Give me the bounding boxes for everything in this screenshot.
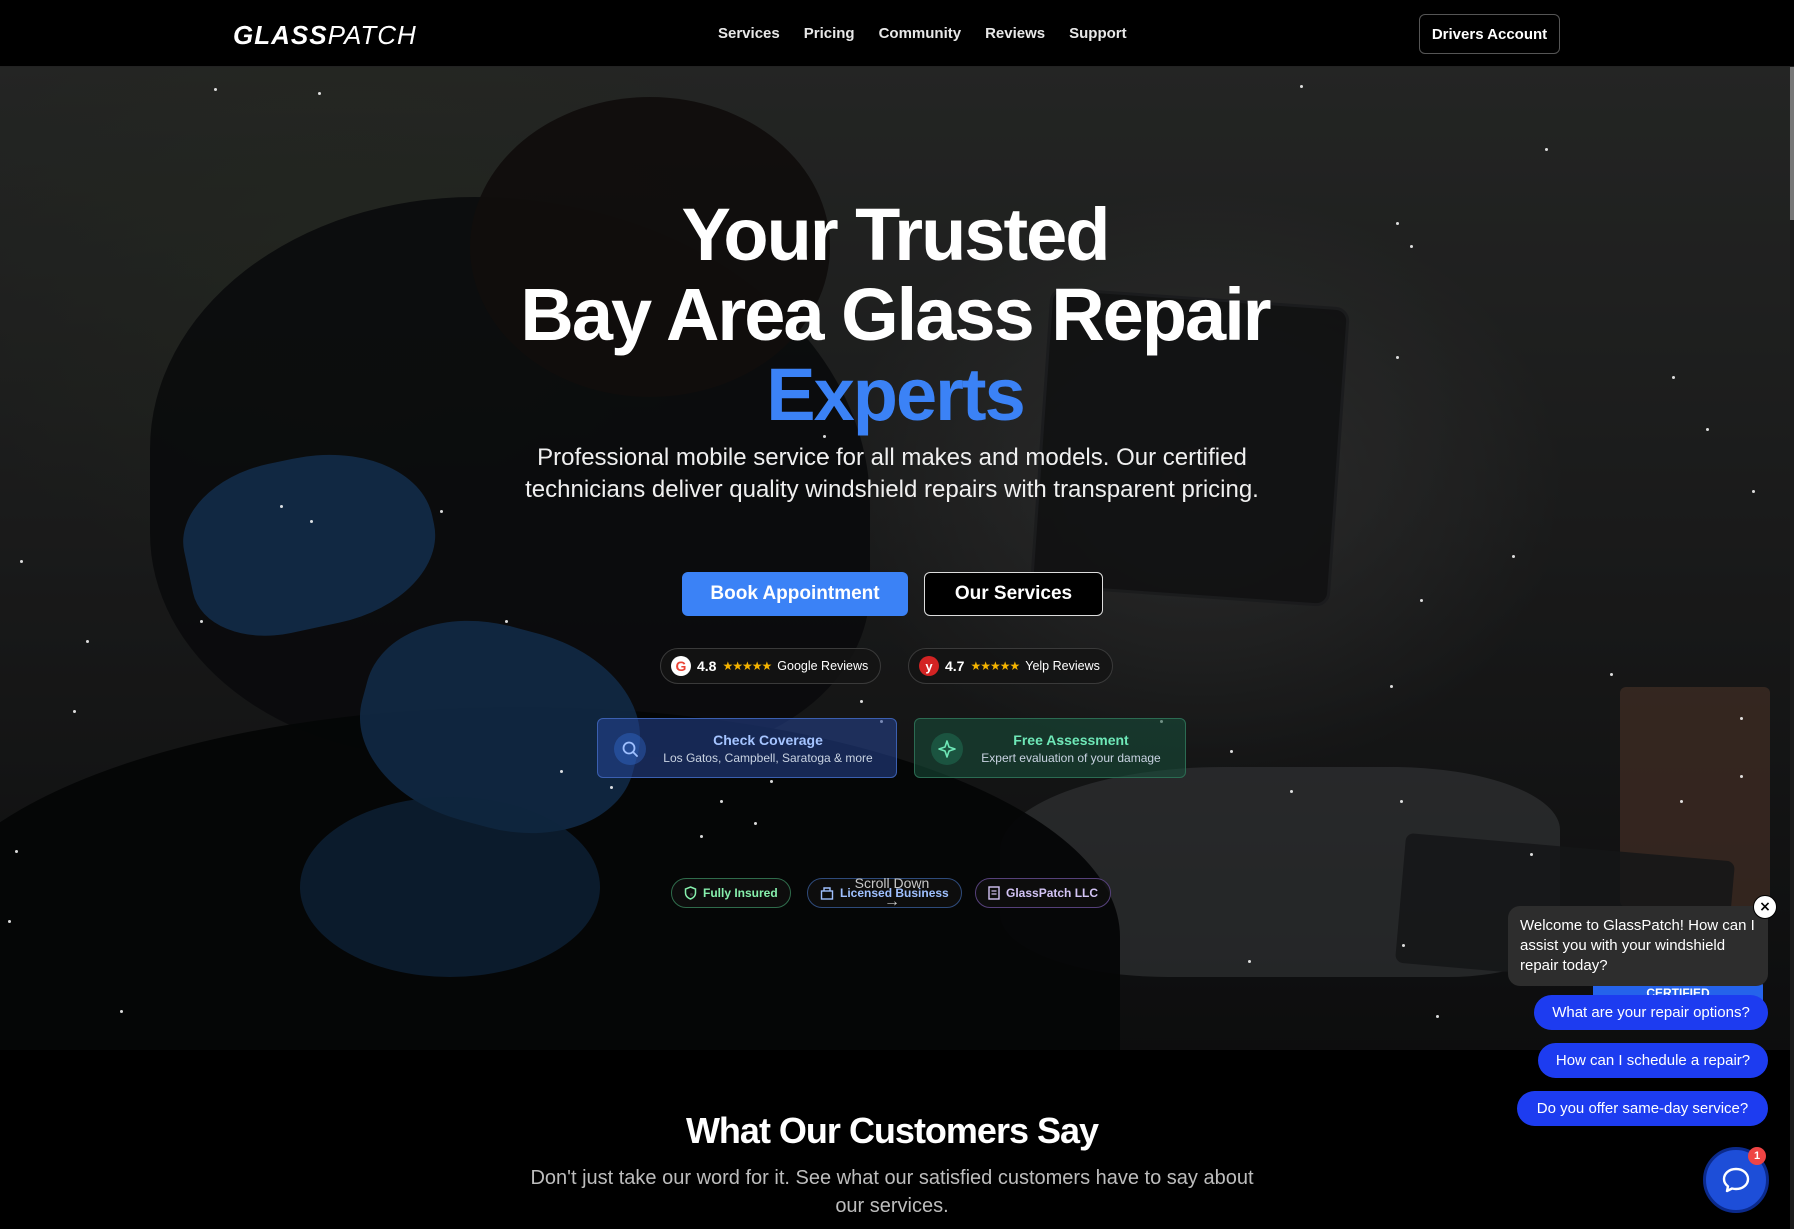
particle-dot	[1290, 790, 1293, 793]
particle-dot	[720, 800, 723, 803]
particle-dot	[770, 780, 773, 783]
particle-dot	[1752, 490, 1755, 493]
hero-section: Your Trusted Bay Area Glass Repair Exper…	[0, 67, 1790, 1050]
particle-dot	[1436, 1015, 1439, 1018]
testimonials-subtitle: Don't just take our word for it. See wha…	[530, 1167, 1254, 1217]
google-label: Google Reviews	[777, 659, 869, 673]
yelp-stars: ★★★★★	[970, 659, 1020, 673]
unread-count-badge: 1	[1748, 1147, 1766, 1165]
nav-link-support[interactable]: Support	[1069, 25, 1127, 42]
particle-dot	[1390, 685, 1393, 688]
headline-line-3: Experts	[766, 353, 1025, 436]
particle-dot	[610, 786, 613, 789]
particle-dot	[1530, 853, 1533, 856]
particle-dot	[1512, 555, 1515, 558]
yelp-reviews-badge[interactable]: y 4.7 ★★★★★ Yelp Reviews	[908, 648, 1113, 684]
particle-dot	[1680, 800, 1683, 803]
our-services-button[interactable]: Our Services	[924, 572, 1103, 616]
particle-dot	[73, 710, 76, 713]
quick-reply-same-day[interactable]: Do you offer same-day service?	[1517, 1091, 1768, 1126]
nav-link-services[interactable]: Services	[718, 25, 780, 42]
headline-line-2: Bay Area Glass Repair	[520, 273, 1271, 356]
yelp-icon: y	[919, 656, 939, 676]
particle-dot	[560, 770, 563, 773]
particle-dot	[214, 88, 217, 91]
particle-dot	[1248, 960, 1251, 963]
particle-dot	[754, 822, 757, 825]
logo-bold: GLASS	[233, 20, 328, 50]
google-icon: G	[671, 656, 691, 676]
chat-bubble-icon	[1722, 1167, 1750, 1193]
logo-light: PATCH	[327, 20, 417, 50]
chat-welcome-message: Welcome to GlassPatch! How can I assist …	[1508, 906, 1768, 986]
coverage-title: Check Coverage	[713, 732, 823, 748]
google-stars: ★★★★★	[722, 659, 772, 673]
nav-links: Services Pricing Community Reviews Suppo…	[718, 25, 1127, 42]
assessment-title: Free Assessment	[1013, 732, 1129, 748]
particle-dot	[86, 640, 89, 643]
particle-dot	[200, 620, 203, 623]
particle-dot	[20, 560, 23, 563]
particle-dot	[1545, 148, 1548, 151]
particle-dot	[1740, 717, 1743, 720]
particle-dot	[1402, 944, 1405, 947]
drivers-account-button[interactable]: Drivers Account	[1419, 14, 1560, 54]
particle-dot	[1230, 750, 1233, 753]
check-coverage-card[interactable]: Check Coverage Los Gatos, Campbell, Sara…	[597, 718, 897, 778]
assessment-subtitle: Expert evaluation of your damage	[981, 751, 1161, 765]
search-icon	[614, 733, 646, 765]
particle-dot	[1420, 599, 1423, 602]
particle-dot	[860, 700, 863, 703]
particle-dot	[1300, 85, 1303, 88]
particle-dot	[505, 620, 508, 623]
sparkle-icon	[931, 733, 963, 765]
yelp-label: Yelp Reviews	[1025, 659, 1100, 673]
google-score: 4.8	[697, 658, 717, 674]
particle-dot	[440, 510, 443, 513]
testimonials-title: What Our Customers Say	[685, 1110, 1099, 1151]
particle-dot	[15, 850, 18, 853]
hero-headline: Your Trusted Bay Area Glass Repair Exper…	[0, 195, 1790, 435]
coverage-subtitle: Los Gatos, Campbell, Saratoga & more	[663, 751, 873, 765]
yelp-score: 4.7	[945, 658, 965, 674]
particle-dot	[318, 92, 321, 95]
nav-link-reviews[interactable]: Reviews	[985, 25, 1045, 42]
particle-dot	[280, 505, 283, 508]
nav-link-community[interactable]: Community	[879, 25, 962, 42]
particle-dot	[1740, 775, 1743, 778]
hero-subtitle: Professional mobile service for all make…	[525, 444, 1259, 503]
headline-line-1: Your Trusted	[681, 193, 1111, 276]
scroll-down-label: Scroll Down	[854, 875, 930, 891]
top-nav: GLASSPATCH Services Pricing Community Re…	[0, 0, 1794, 67]
particle-dot	[1400, 800, 1403, 803]
quick-reply-repair-options[interactable]: What are your repair options?	[1534, 995, 1768, 1030]
particle-dot	[120, 1010, 123, 1013]
particle-dot	[1610, 673, 1613, 676]
logo[interactable]: GLASSPATCH	[233, 20, 417, 51]
particle-dot	[700, 835, 703, 838]
quick-reply-schedule[interactable]: How can I schedule a repair?	[1538, 1043, 1768, 1078]
nav-link-pricing[interactable]: Pricing	[804, 25, 855, 42]
book-appointment-button[interactable]: Book Appointment	[682, 572, 908, 616]
free-assessment-card[interactable]: Free Assessment Expert evaluation of you…	[914, 718, 1186, 778]
close-icon[interactable]: ×	[1753, 895, 1777, 919]
google-reviews-badge[interactable]: G 4.8 ★★★★★ Google Reviews	[660, 648, 882, 684]
particle-dot	[8, 920, 11, 923]
particle-dot	[310, 520, 313, 523]
